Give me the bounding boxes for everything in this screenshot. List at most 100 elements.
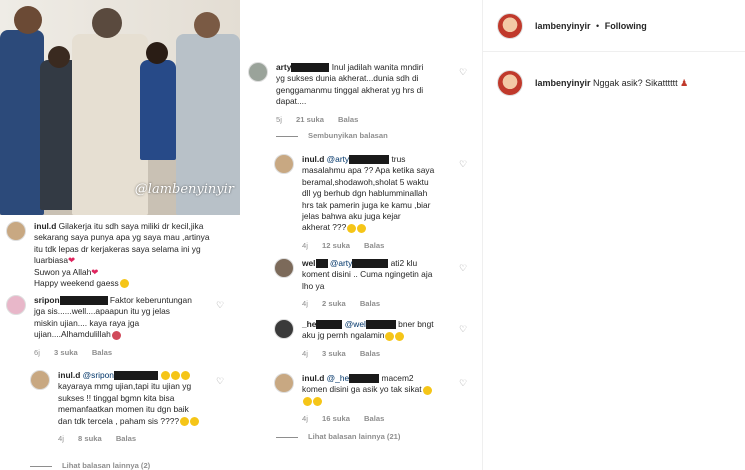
comment-meta: 4j 16 suka Balas (302, 413, 432, 424)
redaction-bar (113, 371, 158, 381)
comment-username[interactable]: arty (276, 62, 291, 72)
mention-link[interactable]: @sripon (83, 370, 114, 380)
like-count[interactable]: 2 suka (322, 299, 346, 308)
running-person-icon: ♟ (680, 77, 689, 88)
middle-comment-column: arty Inul jadilah wanita mndiri yg sukse… (240, 0, 480, 470)
avatar[interactable] (6, 295, 26, 315)
comment-username[interactable]: inul.d (58, 370, 80, 380)
comment-text: Suwon ya Allah (34, 266, 92, 277)
emoji-icon (347, 223, 357, 233)
avatar[interactable] (30, 370, 50, 390)
emoji-icon (385, 331, 395, 341)
comment-time: 4j (302, 299, 308, 309)
reply-button[interactable]: Balas (116, 434, 136, 443)
following-button[interactable]: Following (605, 21, 647, 31)
comment-meta: 6j 3 suka Balas (34, 347, 192, 358)
hide-replies[interactable]: Sembunyikan balasan (276, 131, 388, 140)
like-count[interactable]: 12 suka (322, 241, 350, 250)
comment-text: itu tdk lepas dr kerjakeras saya selama … (34, 243, 201, 254)
like-count[interactable]: 3 suka (54, 348, 78, 357)
post-username[interactable]: lambenyinyir (535, 21, 591, 31)
photo-person-head (194, 12, 220, 38)
reply-button[interactable]: Balas (364, 241, 384, 250)
like-count[interactable]: 3 suka (322, 349, 346, 358)
photo-person-head (14, 6, 42, 34)
reply-button[interactable]: Balas (360, 299, 380, 308)
like-heart-icon[interactable]: ♡ (459, 264, 469, 273)
comment-text: trus (391, 154, 406, 164)
avatar[interactable] (6, 221, 26, 241)
reply-button[interactable]: Balas (92, 348, 112, 357)
emoji-icon (395, 331, 405, 341)
redaction-bar (315, 259, 328, 269)
caption-text: Nggak asik? Sikatttttt (593, 77, 678, 88)
mention-link[interactable]: @arty (327, 154, 349, 164)
avatar[interactable] (274, 154, 294, 174)
emoji-icon (313, 397, 322, 407)
comment-text: yg sukses dunia akherat...dunia sdh di (276, 73, 419, 84)
comment-time: 4j (58, 434, 64, 444)
avatar[interactable] (497, 12, 523, 39)
emoji-icon (190, 416, 200, 426)
post-photo: @lambenyinyir (0, 0, 240, 215)
redaction-bar (291, 63, 330, 73)
avatar[interactable] (274, 373, 294, 393)
comment-text: masalahmu apa ?? Apa ketika saya (302, 165, 435, 176)
comment-text: miskin ujian.... kaya raya jga (34, 317, 140, 328)
comment-meta: 4j 12 suka Balas (302, 240, 434, 251)
comment-text: ujian....Alhamdulillah (34, 329, 111, 340)
post-header: lambenyinyir • Following (483, 0, 745, 52)
like-count[interactable]: 8 suka (78, 434, 102, 443)
comment-text: luarbiasa (34, 255, 68, 266)
like-heart-icon[interactable]: ♡ (459, 379, 469, 388)
redaction-bar (349, 374, 380, 384)
like-heart-icon[interactable]: ♡ (459, 68, 469, 77)
comment-time: 6j (34, 347, 40, 357)
like-count[interactable]: 21 suka (296, 115, 324, 124)
comment-username[interactable]: _he (302, 319, 316, 329)
mention-link[interactable]: @arty (330, 258, 352, 268)
view-more-replies[interactable]: Lihat balasan lainnya (21) (276, 432, 400, 441)
comment-text: bner bngt (398, 319, 434, 329)
photo-watermark: @lambenyinyir (134, 182, 234, 197)
mention-link[interactable]: @wel (345, 319, 366, 329)
comment-text: hrs tak pamerin juga ke kamu ,biar (302, 199, 431, 210)
comment-text: koment disini .. Cuma ngingetin aja (302, 269, 433, 280)
comment-username[interactable]: inul.d (34, 221, 56, 231)
mention-link[interactable]: @_he (327, 373, 349, 383)
comment-text: jga sis......well....apaapun itu yg jela… (34, 306, 170, 317)
comment-item: arty Inul jadilah wanita mndiri yg sukse… (248, 62, 464, 125)
comment-meta: 4j 3 suka Balas (302, 348, 434, 359)
like-heart-icon[interactable]: ♡ (459, 160, 469, 169)
reply-button[interactable]: Balas (364, 414, 384, 423)
comment-username[interactable]: inul.d (302, 154, 324, 164)
emoji-icon (357, 223, 367, 233)
reply-button[interactable]: Balas (338, 115, 358, 124)
avatar[interactable] (274, 319, 294, 339)
comment-text: Gilakerja itu sdh saya miliki dr kecil,j… (58, 221, 204, 231)
reply-button[interactable]: Balas (360, 349, 380, 358)
comment-username[interactable]: inul.d (302, 373, 324, 383)
view-more-replies[interactable]: Lihat balasan lainnya (2) (30, 461, 150, 470)
comment-text: Faktor keberuntungan (109, 295, 192, 305)
comment-text: ati2 klu (390, 258, 418, 268)
comment-item: wel @arty ati2 klu koment disini .. Cuma… (274, 258, 466, 310)
comment-text: Happy weekend gaess (34, 278, 119, 289)
avatar[interactable] (497, 70, 523, 96)
comment-text: komen disini ga asik yo tak sikat (302, 384, 422, 395)
caption-username[interactable]: lambenyinyir (535, 78, 591, 88)
like-count[interactable]: 16 suka (322, 414, 350, 423)
avatar[interactable] (274, 258, 294, 278)
avatar[interactable] (248, 62, 268, 82)
like-heart-icon[interactable]: ♡ (216, 301, 226, 310)
like-heart-icon[interactable]: ♡ (216, 377, 226, 386)
comment-text: sukses !! tinggal bgmn kita bisa (58, 392, 175, 403)
comment-username[interactable]: wel (302, 258, 316, 268)
like-heart-icon[interactable]: ♡ (459, 325, 469, 334)
comment-item: sripon Faktor keberuntungan jga sis.....… (6, 295, 234, 358)
comment-text: sekarang saya punya apa yg saya mau ,art… (34, 232, 210, 243)
comment-username[interactable]: sripon (34, 295, 60, 305)
photo-person (140, 60, 176, 160)
redaction-bar (349, 155, 390, 165)
redaction-bar (316, 320, 343, 330)
